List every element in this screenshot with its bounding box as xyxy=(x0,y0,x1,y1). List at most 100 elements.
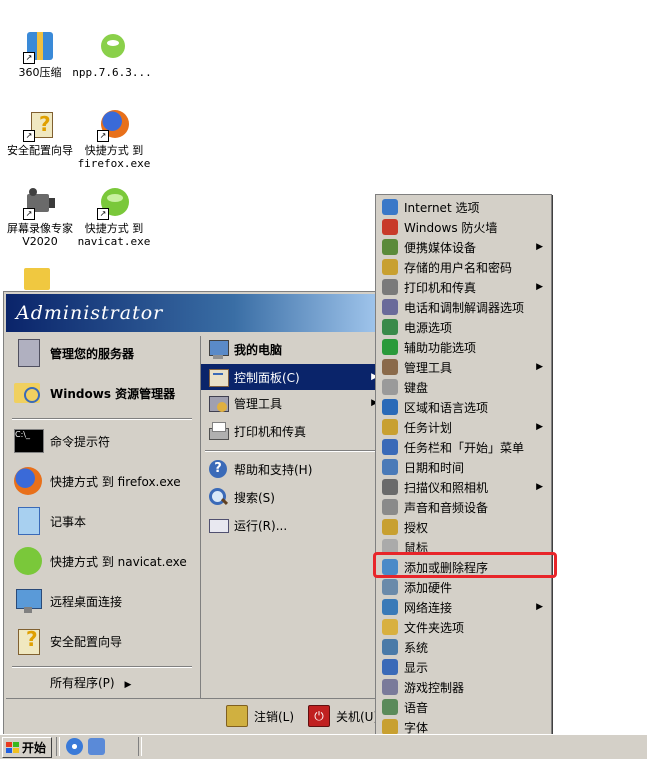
firefox-icon xyxy=(12,465,44,497)
control-panel-item-label: 显示 xyxy=(404,660,429,675)
control-panel-menu-item[interactable]: 游戏控制器 xyxy=(378,677,549,697)
control-panel-item-label: 字体 xyxy=(404,720,429,735)
control-panel-menu-item[interactable]: 系统 xyxy=(378,637,549,657)
separator xyxy=(205,450,380,452)
logoff-button[interactable]: 注销(L) xyxy=(226,705,294,727)
run-icon xyxy=(207,514,229,536)
control-panel-item-icon xyxy=(382,419,398,435)
wizard-icon: ? xyxy=(12,625,44,657)
control-panel-menu-item[interactable]: 打印机和传真 ▶ xyxy=(378,277,549,297)
control-panel-item-label: 键盘 xyxy=(404,380,429,395)
control-panel-menu-item[interactable]: 电源选项 xyxy=(378,317,549,337)
all-programs-item[interactable]: 所有程序(P) ▶ xyxy=(50,674,131,691)
shutdown-button[interactable]: ⏻ 关机(U) xyxy=(308,705,378,727)
zip-archive-icon: ↗ xyxy=(23,30,57,64)
control-panel-menu-item[interactable]: 键盘 xyxy=(378,377,549,397)
control-panel-submenu: Internet 选项 Windows 防火墙 便携媒体设备 ▶ 存储的用户名和密码 打印… xyxy=(375,194,552,759)
desktop-icon-360zip[interactable]: ↗ 360压缩 xyxy=(0,30,80,79)
control-panel-item-label: 日期和时间 xyxy=(404,460,465,475)
start-button[interactable]: 开始 xyxy=(2,737,52,758)
control-panel-menu-item[interactable]: 管理工具 ▶ xyxy=(378,357,549,377)
desktop-icon-label: firefox.exe xyxy=(77,157,151,170)
search-icon xyxy=(207,486,229,508)
control-panel-menu-item[interactable]: Internet 选项 xyxy=(378,197,549,217)
manage-server-item[interactable]: 管理您的服务器 xyxy=(12,336,134,370)
control-panel-menu-item[interactable]: 声音和音频设备 xyxy=(378,497,549,517)
control-panel-menu-item[interactable]: 显示 xyxy=(378,657,549,677)
desktop-icon-screen-recorder[interactable]: ↗ 屏幕录像专家 V2020 xyxy=(0,186,80,248)
control-panel-menu-item[interactable]: 网络连接 ▶ xyxy=(378,597,549,617)
arrow-right-icon: ▶ xyxy=(536,482,543,492)
navicat-icon xyxy=(12,545,44,577)
control-panel-item-icon xyxy=(382,619,398,635)
desktop-icon-security-wizard[interactable]: ? ↗ 安全配置向导 xyxy=(0,108,80,157)
desktop-icon-firefox[interactable]: ↗ 快捷方式 到 firefox.exe xyxy=(74,108,154,170)
notepad-item[interactable]: 记事本 xyxy=(12,504,86,538)
control-panel-menu-item[interactable]: 区域和语言选项 xyxy=(378,397,549,417)
control-panel-item-icon xyxy=(382,299,398,315)
search-item[interactable]: 搜索(S) xyxy=(201,484,384,510)
control-panel-menu-item[interactable]: 文件夹选项 xyxy=(378,617,549,637)
firefox-shortcut-item[interactable]: 快捷方式 到 firefox.exe xyxy=(12,464,181,498)
arrow-right-icon: ▶ xyxy=(536,242,543,252)
control-panel-item-label: 扫描仪和照相机 xyxy=(404,480,489,495)
user-name: Administrator xyxy=(16,302,164,324)
desktop-icon-label: 快捷方式 到 xyxy=(84,222,144,235)
key-icon xyxy=(226,705,248,727)
control-panel-menu-item[interactable]: 电话和调制解调器选项 xyxy=(378,297,549,317)
control-panel-item-icon xyxy=(382,599,398,615)
highlight-annotation xyxy=(373,552,557,578)
control-panel-item-label: 游戏控制器 xyxy=(404,680,465,695)
computer-icon xyxy=(207,338,229,360)
control-panel-menu-item[interactable]: 任务计划 ▶ xyxy=(378,417,549,437)
desktop-icon-label: 360压缩 xyxy=(18,66,62,79)
control-panel-item-icon xyxy=(382,439,398,455)
my-computer-item[interactable]: 我的电脑 xyxy=(201,336,384,362)
cmd-icon: C:\_ xyxy=(12,425,44,457)
command-prompt-item[interactable]: C:\_ 命令提示符 xyxy=(12,424,110,458)
control-panel-menu-item[interactable]: 添加硬件 xyxy=(378,577,549,597)
control-panel-item-label: Internet 选项 xyxy=(404,200,480,215)
security-wizard-item[interactable]: ? 安全配置向导 xyxy=(12,624,122,658)
wizard-icon: ? ↗ xyxy=(23,108,57,142)
separator xyxy=(12,666,192,668)
control-panel-menu-item[interactable]: 便携媒体设备 ▶ xyxy=(378,237,549,257)
control-panel-item-label: 添加硬件 xyxy=(404,580,453,595)
control-panel-menu-item[interactable]: 存储的用户名和密码 xyxy=(378,257,549,277)
control-panel-item-label: 任务计划 xyxy=(404,420,453,435)
folder-icon[interactable] xyxy=(24,268,50,290)
control-panel-menu-item[interactable]: 扫描仪和照相机 ▶ xyxy=(378,477,549,497)
control-panel-menu-item[interactable]: 授权 xyxy=(378,517,549,537)
start-menu: Administrator 管理您的服务器 Windows 资源管理器 C:\_… xyxy=(3,291,389,736)
control-panel-item-label: 声音和音频设备 xyxy=(404,500,489,515)
explorer-icon xyxy=(12,377,44,409)
control-panel-item-icon xyxy=(382,399,398,415)
desktop-icon-notepadpp[interactable]: npp.7.6.3... xyxy=(72,30,152,79)
control-panel-item[interactable]: 控制面板(C) ▶ xyxy=(201,364,384,390)
run-item[interactable]: 运行(R)... xyxy=(201,512,384,538)
printers-item[interactable]: 打印机和传真 xyxy=(201,418,384,444)
control-panel-menu-item[interactable]: Windows 防火墙 xyxy=(378,217,549,237)
remote-desktop-item[interactable]: 远程桌面连接 xyxy=(12,584,122,618)
start-menu-left-column: 管理您的服务器 Windows 资源管理器 C:\_ 命令提示符 快捷方式 到 … xyxy=(8,336,196,698)
start-menu-right-column: 我的电脑 控制面板(C) ▶ 管理工具 ▶ 打印机和传真 xyxy=(200,336,384,698)
control-panel-menu-item[interactable]: 日期和时间 xyxy=(378,457,549,477)
control-panel-menu-item[interactable]: 辅助功能选项 xyxy=(378,337,549,357)
help-support-item[interactable]: ? 帮助和支持(H) xyxy=(201,456,384,482)
control-panel-item-icon xyxy=(382,339,398,355)
control-panel-item-icon xyxy=(382,519,398,535)
control-panel-item-label: 电话和调制解调器选项 xyxy=(404,300,525,315)
ie-icon[interactable] xyxy=(66,738,83,755)
control-panel-item-label: 区域和语言选项 xyxy=(404,400,489,415)
arrow-right-icon: ▶ xyxy=(536,422,543,432)
notepad-icon xyxy=(12,505,44,537)
navicat-shortcut-item[interactable]: 快捷方式 到 navicat.exe xyxy=(12,544,187,578)
desktop-icon-navicat[interactable]: ↗ 快捷方式 到 navicat.exe xyxy=(74,186,154,248)
admin-tools-item[interactable]: 管理工具 ▶ xyxy=(201,390,384,416)
control-panel-menu-item[interactable]: 任务栏和「开始」菜单 xyxy=(378,437,549,457)
desktop-tool-icon[interactable] xyxy=(88,738,105,755)
control-panel-item-icon xyxy=(382,579,398,595)
printer-icon xyxy=(207,420,229,442)
windows-explorer-item[interactable]: Windows 资源管理器 xyxy=(12,376,175,410)
control-panel-menu-item[interactable]: 语音 xyxy=(378,697,549,717)
